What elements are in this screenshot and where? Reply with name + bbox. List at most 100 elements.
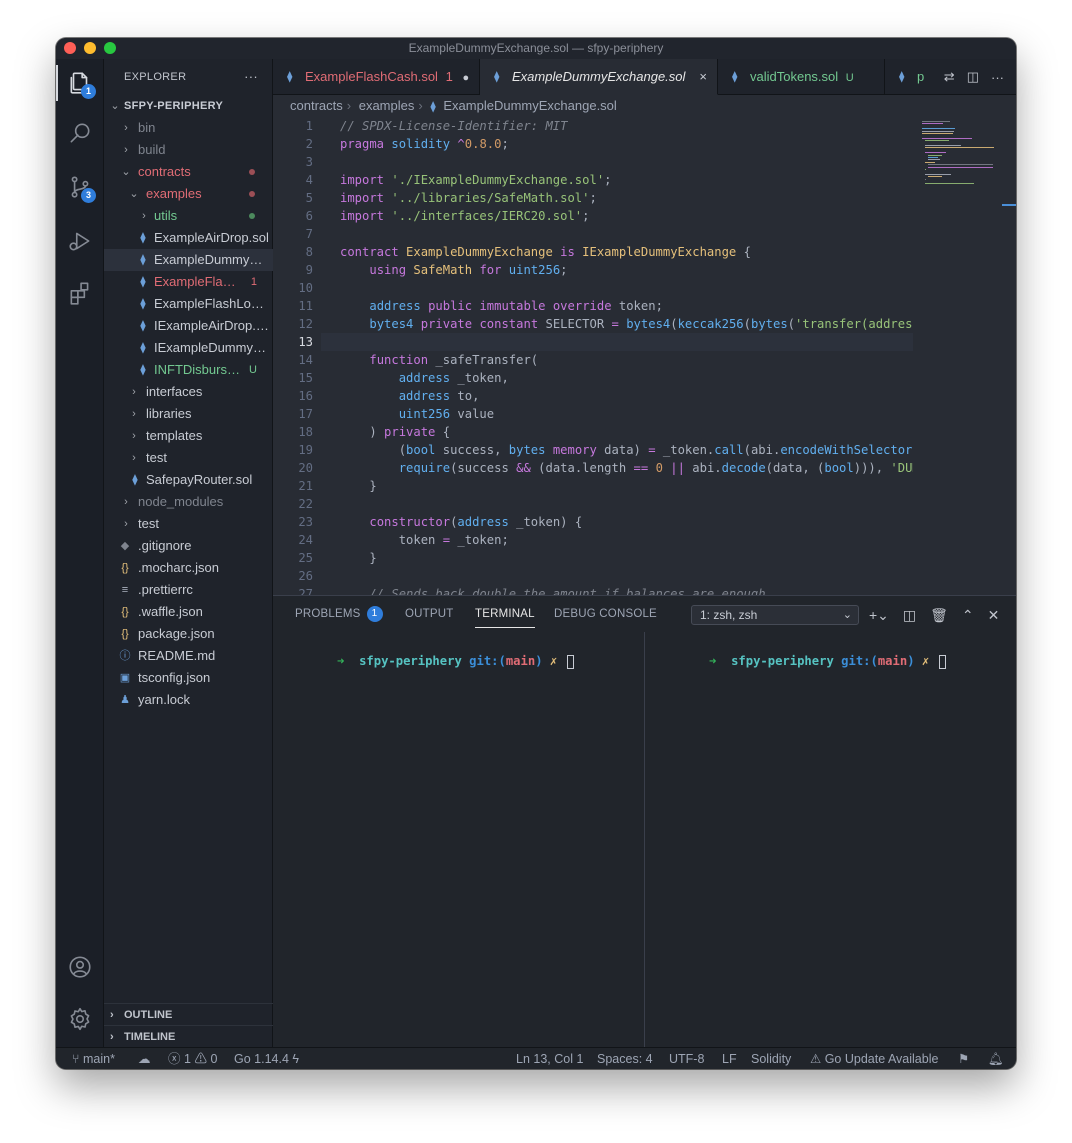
- close-window-button[interactable]: [64, 42, 76, 54]
- notifications-bell-icon[interactable]: 🔔︎: [988, 1048, 1004, 1069]
- breadcrumb-item[interactable]: examples: [359, 98, 415, 113]
- tree-folder-bin[interactable]: › bin: [104, 117, 273, 139]
- code-line[interactable]: address to,: [340, 387, 480, 405]
- code-line[interactable]: (bool success, bytes memory data) = _tok…: [340, 441, 913, 459]
- trash-icon[interactable]: 🗑: [930, 607, 948, 624]
- more-actions-icon[interactable]: ···: [991, 70, 1004, 85]
- tree-folder-interfaces[interactable]: › interfaces: [104, 381, 273, 403]
- code-line[interactable]: import '../interfaces/IERC20.sol';: [340, 207, 590, 225]
- tree-file-example-flash-cash[interactable]: ⧫ExampleFlashCash.sol1: [104, 271, 273, 293]
- minimap-scroll-indicator[interactable]: [1002, 204, 1016, 206]
- code-line[interactable]: // SPDX-License-Identifier: MIT: [340, 117, 567, 135]
- tree-file-tsconfig[interactable]: ▣ tsconfig.json: [104, 667, 273, 689]
- tab-debug-console[interactable]: DEBUG CONSOLE: [554, 596, 657, 632]
- minimap[interactable]: [916, 117, 1016, 595]
- code-line[interactable]: pragma solidity ^0.8.0;: [340, 135, 509, 153]
- tree-file-gitignore[interactable]: ◆ .gitignore: [104, 535, 273, 557]
- tab-output[interactable]: OUTPUT: [405, 596, 453, 632]
- code-line[interactable]: import '../libraries/SafeMath.sol';: [340, 189, 597, 207]
- tree-folder-templates[interactable]: › templates: [104, 425, 273, 447]
- code-line[interactable]: }: [340, 477, 376, 495]
- tree-file-inft-disbursement[interactable]: ⧫INFTDisbursement.solU: [104, 359, 273, 381]
- tab-example-flash-cash[interactable]: ⧫ ExampleFlashCash.sol 1 ●: [273, 59, 480, 95]
- breadcrumb-item[interactable]: contracts: [290, 98, 343, 113]
- code-line[interactable]: bytes4 private constant SELECTOR = bytes…: [340, 315, 913, 333]
- problems-status[interactable]: ⓧ 1 ⚠ 0: [168, 1048, 217, 1069]
- terminal-right[interactable]: ➜ sfpy-periphery git:(main) ✗: [665, 640, 946, 1040]
- split-editor-icon[interactable]: ◫: [967, 69, 979, 85]
- sync-icon[interactable]: ☁: [138, 1048, 151, 1069]
- accounts-activity-button[interactable]: [56, 943, 104, 991]
- tree-folder-examples[interactable]: ⌄ examples: [104, 183, 273, 205]
- tree-file-example-flash-loan[interactable]: ⧫ExampleFlashLoan.sol: [104, 293, 273, 315]
- tree-folder-contracts[interactable]: ⌄ contracts: [104, 161, 273, 183]
- branch-status[interactable]: ⑂ main*: [72, 1048, 115, 1069]
- tree-file-readme[interactable]: ⓘ README.md: [104, 645, 273, 667]
- tree-folder-contracts-test[interactable]: › test: [104, 447, 273, 469]
- code-line[interactable]: address public immutable override token;: [340, 297, 663, 315]
- extensions-activity-button[interactable]: [56, 269, 104, 317]
- tree-folder-node-modules[interactable]: › node_modules: [104, 491, 273, 513]
- indentation[interactable]: Spaces: 4: [597, 1048, 653, 1069]
- encoding[interactable]: UTF-8: [669, 1048, 704, 1069]
- code-area[interactable]: 1 // SPDX-License-Identifier: MIT 2 pragma …: [273, 117, 913, 595]
- tree-folder-utils[interactable]: › utils: [104, 205, 273, 227]
- maximize-panel-icon[interactable]: ⌃: [962, 607, 974, 624]
- zoom-window-button[interactable]: [104, 42, 116, 54]
- settings-activity-button[interactable]: [56, 995, 104, 1043]
- new-terminal-icon[interactable]: +⌄: [869, 607, 889, 624]
- tree-file-example-airdrop[interactable]: ⧫ ExampleAirDrop.sol: [104, 227, 273, 249]
- unsaved-dot[interactable]: ●: [462, 72, 469, 84]
- more-actions-icon[interactable]: ···: [244, 59, 258, 95]
- tree-file-package-json[interactable]: {} package.json: [104, 623, 273, 645]
- code-line[interactable]: ) private {: [340, 423, 450, 441]
- tab-problems[interactable]: PROBLEMS 1: [295, 596, 383, 632]
- search-activity-button[interactable]: [56, 109, 104, 157]
- explorer-activity-button[interactable]: 1: [56, 59, 104, 107]
- tab-example-dummy-exchange[interactable]: ⧫ ExampleDummyExchange.sol ×: [480, 59, 718, 95]
- timeline-section[interactable]: › TIMELINE: [104, 1025, 273, 1047]
- close-tab-icon[interactable]: ×: [699, 59, 707, 94]
- tree-file-waffle[interactable]: {} .waffle.json: [104, 601, 273, 623]
- go-update-status[interactable]: ⚠ Go Update Available: [810, 1048, 938, 1069]
- tab-terminal[interactable]: TERMINAL: [475, 596, 535, 632]
- tree-file-mocharc[interactable]: {} .mocharc.json: [104, 557, 273, 579]
- terminal-select[interactable]: 1: zsh, zsh ⌄: [691, 605, 859, 625]
- breadcrumb-item[interactable]: ExampleDummyExchange.sol: [443, 98, 616, 113]
- run-debug-activity-button[interactable]: [56, 217, 104, 265]
- go-version-status[interactable]: Go 1.14.4 ϟ: [234, 1048, 299, 1069]
- tree-folder-build[interactable]: › build: [104, 139, 273, 161]
- close-panel-icon[interactable]: ✕: [988, 607, 1000, 624]
- tree-file-prettierrc[interactable]: ≡ .prettierrc: [104, 579, 273, 601]
- code-line[interactable]: contract ExampleDummyExchange is IExampl…: [340, 243, 751, 261]
- outline-section[interactable]: › OUTLINE: [104, 1003, 273, 1025]
- tree-folder-libraries[interactable]: › libraries: [104, 403, 273, 425]
- terminal-split-divider[interactable]: [644, 632, 645, 1048]
- open-changes-icon[interactable]: ⇄: [944, 69, 955, 85]
- source-control-activity-button[interactable]: 3: [56, 163, 104, 211]
- tree-file-iexample-airdrop[interactable]: ⧫ IExampleAirDrop.sol: [104, 315, 273, 337]
- code-line[interactable]: require(success && (data.length == 0 || …: [340, 459, 913, 477]
- code-line[interactable]: import './IExampleDummyExchange.sol';: [340, 171, 612, 189]
- code-line[interactable]: token = _token;: [340, 531, 509, 549]
- tree-file-iexample-dummy-exchange[interactable]: ⧫IExampleDummyExchange.sol: [104, 337, 273, 359]
- code-line[interactable]: }: [340, 549, 376, 567]
- tab-valid-tokens[interactable]: ⧫ validTokens.sol U: [718, 59, 885, 95]
- code-line[interactable]: uint256 value: [340, 405, 494, 423]
- tree-file-example-dummy-exchange[interactable]: ⧫ExampleDummyExchange.sol: [104, 249, 273, 271]
- code-line[interactable]: function _safeTransfer(: [340, 351, 538, 369]
- code-line[interactable]: address _token,: [340, 369, 509, 387]
- feedback-icon[interactable]: ⚑: [958, 1048, 969, 1069]
- code-line[interactable]: // Sends back double the amount if balan…: [340, 585, 765, 595]
- tree-folder-test[interactable]: › test: [104, 513, 273, 535]
- code-editor[interactable]: contracts › examples › ⧫ ExampleDummyExcha…: [273, 95, 1016, 595]
- cursor-position[interactable]: Ln 13, Col 1: [516, 1048, 583, 1069]
- tree-root-folder[interactable]: ⌄ SFPY-PERIPHERY: [104, 95, 273, 117]
- tree-file-safepay-router[interactable]: ⧫ SafepayRouter.sol: [104, 469, 273, 491]
- language-mode[interactable]: Solidity: [751, 1048, 791, 1069]
- line-endings[interactable]: LF: [722, 1048, 737, 1069]
- tree-file-yarn-lock[interactable]: ♟ yarn.lock: [104, 689, 273, 711]
- code-line[interactable]: constructor(address _token) {: [340, 513, 582, 531]
- minimize-window-button[interactable]: [84, 42, 96, 54]
- split-terminal-icon[interactable]: ◫: [903, 607, 916, 624]
